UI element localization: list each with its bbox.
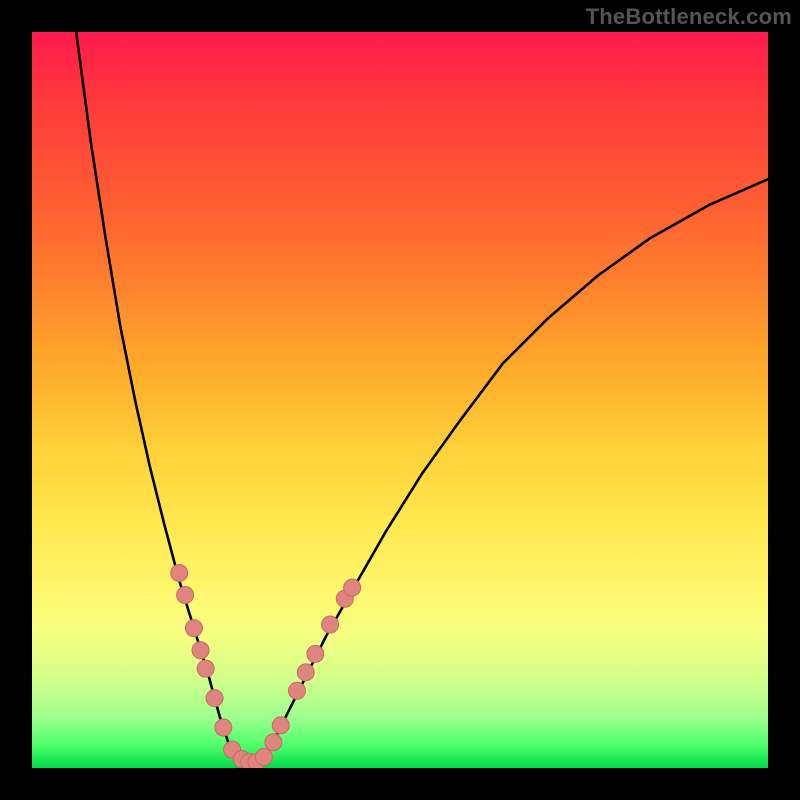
curve-marker [185,620,202,637]
bottleneck-curve [76,32,768,764]
curve-marker [171,564,188,581]
curve-marker [206,690,223,707]
curve-marker [288,682,305,699]
curve-marker [322,616,339,633]
plot-area [32,32,768,768]
curve-marker [255,748,272,765]
curve-markers [171,564,361,768]
curve-marker [272,717,289,734]
watermark-text: TheBottleneck.com [586,4,792,30]
curve-marker [177,587,194,604]
chart-frame: TheBottleneck.com [0,0,800,800]
curve-marker [215,719,232,736]
curve-marker [297,664,314,681]
curve-marker [265,734,282,751]
curve-marker [307,645,324,662]
curve-marker [192,642,209,659]
curve-marker [197,660,214,677]
curve-layer [32,32,768,768]
curve-marker [344,579,361,596]
